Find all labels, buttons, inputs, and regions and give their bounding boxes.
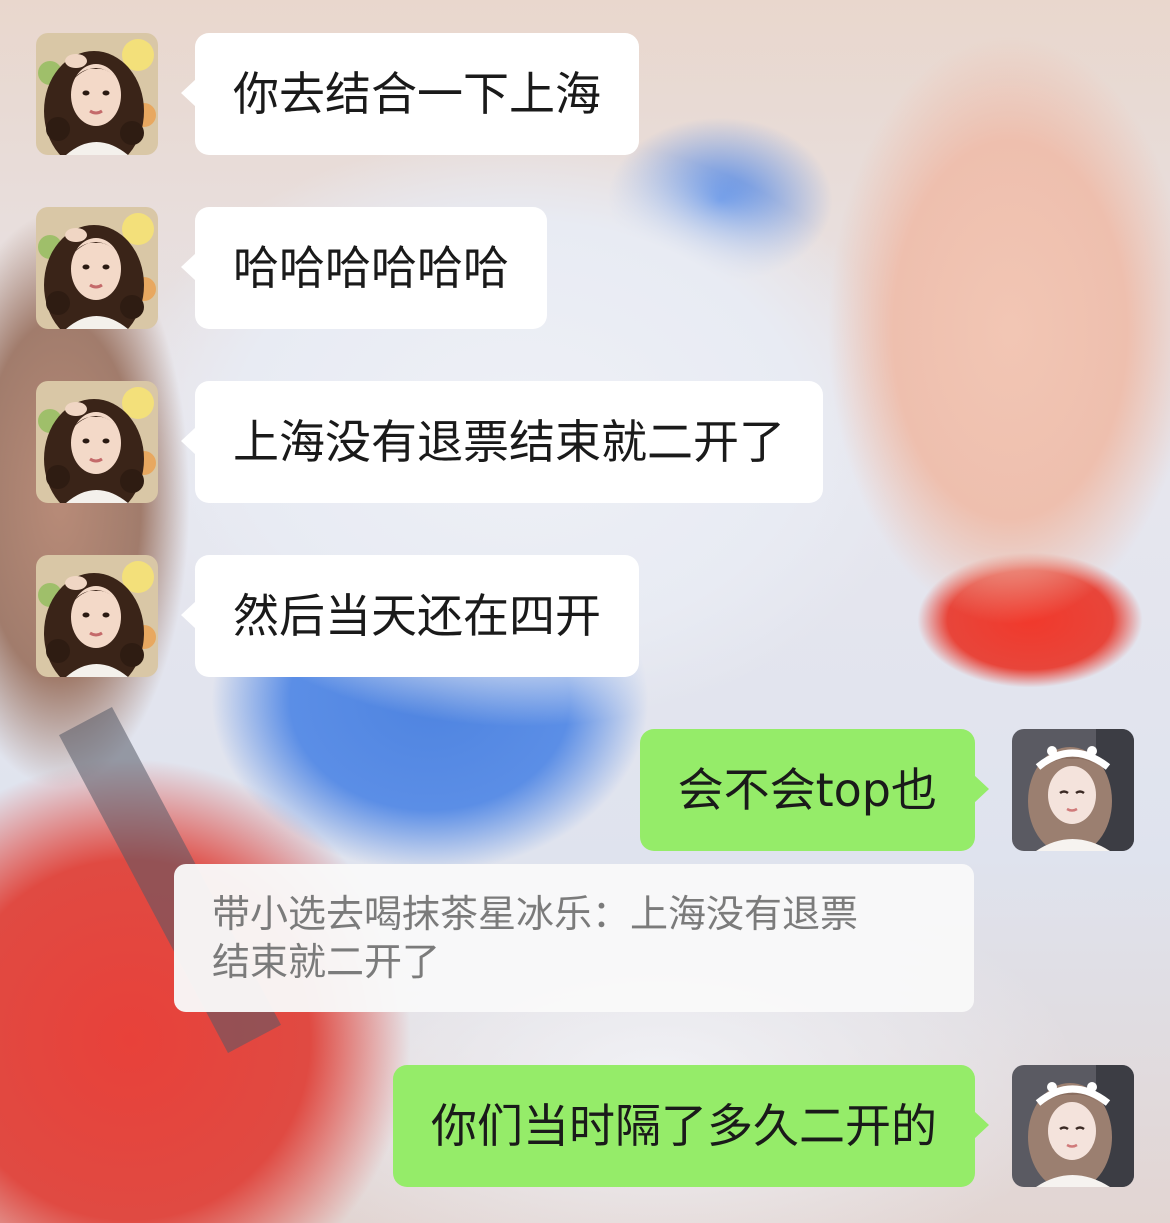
incoming-message-bubble[interactable]: 然后当天还在四开 — [181, 555, 639, 677]
avatar-curly-hair[interactable] — [36, 381, 158, 503]
outgoing-message-bubble[interactable]: 会不会top也 — [639, 729, 990, 851]
message-row: 会不会top也 — [639, 729, 1134, 851]
avatar-curly-hair[interactable] — [36, 207, 158, 329]
incoming-message-bubble[interactable]: 哈哈哈哈哈哈 — [181, 207, 547, 329]
avatar-headband-girl[interactable] — [1012, 1065, 1134, 1187]
incoming-message-bubble[interactable]: 上海没有退票结束就二开了 — [181, 381, 823, 503]
message-row: 哈哈哈哈哈哈 — [36, 207, 547, 329]
quoted-reply-line: 结束就二开了 — [212, 940, 441, 984]
incoming-message-bubble[interactable]: 你去结合一下上海 — [181, 33, 639, 155]
avatar-headband-girl[interactable] — [1012, 729, 1134, 851]
avatar-curly-hair[interactable] — [36, 555, 158, 677]
message-row: 你们当时隔了多久二开的 — [393, 1065, 1134, 1187]
message-row: 然后当天还在四开 — [36, 555, 639, 677]
message-row: 你去结合一下上海 — [36, 33, 639, 155]
message-row: 上海没有退票结束就二开了 — [36, 381, 823, 503]
quoted-reply[interactable]: 带小选去喝抹茶星冰乐：上海没有退票 结束就二开了 — [174, 864, 974, 1012]
avatar-curly-hair[interactable] — [36, 33, 158, 155]
outgoing-message-bubble[interactable]: 你们当时隔了多久二开的 — [393, 1065, 989, 1187]
quoted-reply-line: 带小选去喝抹茶星冰乐：上海没有退票 — [212, 892, 859, 936]
